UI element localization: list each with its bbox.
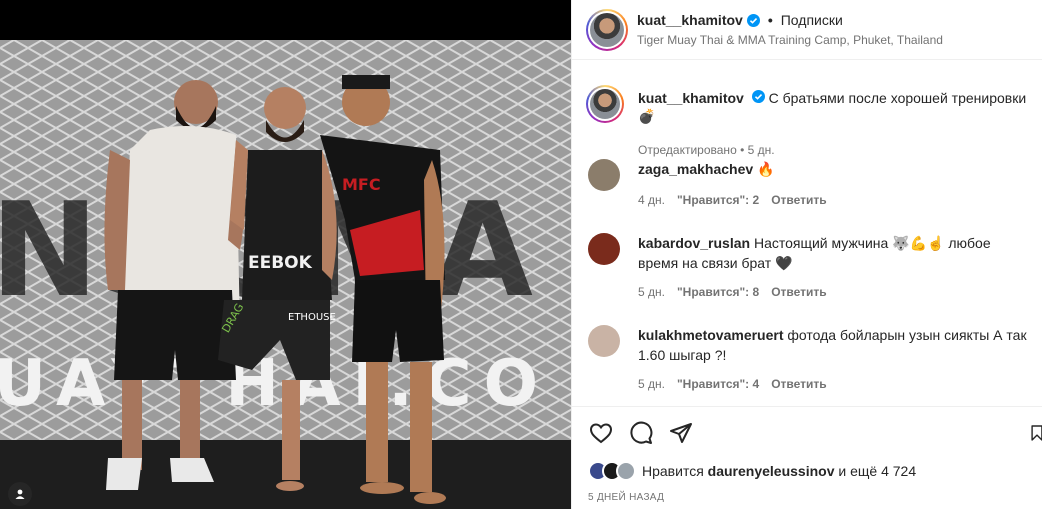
header-separator: • [767, 12, 773, 28]
comments-section[interactable]: kuat__khamitov С братьями после хорошей … [572, 61, 1042, 406]
like-button[interactable] [588, 420, 614, 446]
save-button[interactable] [1030, 420, 1042, 446]
author-avatar[interactable] [586, 9, 628, 51]
likes-summary[interactable]: Нравится daurenyeleussinov и ещё 4 724 [588, 461, 916, 481]
comment-icon [630, 421, 653, 444]
share-icon [670, 423, 692, 443]
liker-avatars [588, 461, 636, 481]
comment-age[interactable]: 5 дн. [638, 285, 665, 299]
verified-badge-icon [751, 90, 765, 103]
comment-username[interactable]: zaga_makhachev [638, 161, 753, 177]
comment-username[interactable]: kabardov_ruslan [638, 235, 750, 251]
comment-button[interactable] [628, 420, 654, 446]
reply-button[interactable]: Ответить [771, 193, 826, 207]
comment-likes[interactable]: "Нравится": 8 [677, 285, 759, 299]
post-location[interactable]: Tiger Muay Thai & MMA Training Camp, Phu… [637, 33, 943, 47]
post-header: kuat__khamitov • Подписки Tiger Muay Tha… [572, 0, 1042, 60]
comment-likes[interactable]: "Нравится": 4 [677, 377, 759, 391]
heart-icon [589, 423, 613, 444]
comment-age[interactable]: 4 дн. [638, 193, 665, 207]
banner-text-bottom: UAYTHAI.CO [0, 347, 550, 421]
share-button[interactable] [668, 420, 694, 446]
verified-badge-icon [746, 13, 760, 27]
comment-item: kulakhmetovameruert фотода бойларын узын… [586, 317, 1036, 406]
comment-age[interactable]: 5 дн. [638, 377, 665, 391]
likes-suffix[interactable]: и ещё 4 724 [838, 463, 916, 479]
comment-meta: 5 дн. "Нравится": 8 Ответить [638, 285, 827, 299]
post-date[interactable]: 5 ДНЕЙ НАЗАД [588, 492, 664, 503]
post-media[interactable]: NSOMA UAYTHAI.CO EEBOK [0, 0, 571, 509]
post-actions: Нравится daurenyeleussinov и ещё 4 724 5… [572, 406, 1042, 509]
post-photo[interactable]: NSOMA UAYTHAI.CO EEBOK [0, 40, 571, 509]
bookmark-icon [1031, 425, 1042, 441]
photo-illustration: NSOMA UAYTHAI.CO EEBOK [0, 40, 571, 509]
comment-meta: 4 дн. "Нравится": 2 Ответить [638, 193, 827, 207]
comment-username[interactable]: kulakhmetovameruert [638, 327, 784, 343]
reply-button[interactable]: Ответить [771, 285, 826, 299]
commenter-avatar[interactable] [588, 159, 620, 191]
reply-button[interactable]: Ответить [771, 377, 826, 391]
tagged-users-button[interactable] [8, 482, 32, 506]
follow-button[interactable]: Подписки [781, 12, 843, 28]
post-details: kuat__khamitov • Подписки Tiger Muay Tha… [571, 0, 1042, 509]
comment-text: 🔥 [757, 161, 775, 177]
tshirt-logo-text: MFC [342, 175, 381, 194]
comment-item: kabardov_ruslan Настоящий мужчина 🐺💪☝️ л… [586, 225, 1036, 315]
likes-prefix: Нравится [642, 463, 704, 479]
likes-username[interactable]: daurenyeleussinov [708, 463, 835, 479]
shorts-logo-text: ETHOUSE [288, 312, 336, 323]
author-username[interactable]: kuat__khamitov [637, 12, 743, 28]
comment-item: zaga_makhachev 🔥 4 дн. "Нравится": 2 Отв… [586, 151, 1036, 221]
user-icon [15, 489, 25, 499]
comment-likes[interactable]: "Нравится": 2 [677, 193, 759, 207]
commenter-avatar[interactable] [588, 325, 620, 357]
comment-meta: 5 дн. "Нравится": 4 Ответить [638, 377, 827, 391]
caption-username[interactable]: kuat__khamitov [638, 90, 744, 106]
shirt-brand-text: EEBOK [248, 253, 313, 273]
liker-avatar [616, 461, 636, 481]
caption-avatar[interactable] [586, 85, 624, 123]
commenter-avatar[interactable] [588, 233, 620, 265]
